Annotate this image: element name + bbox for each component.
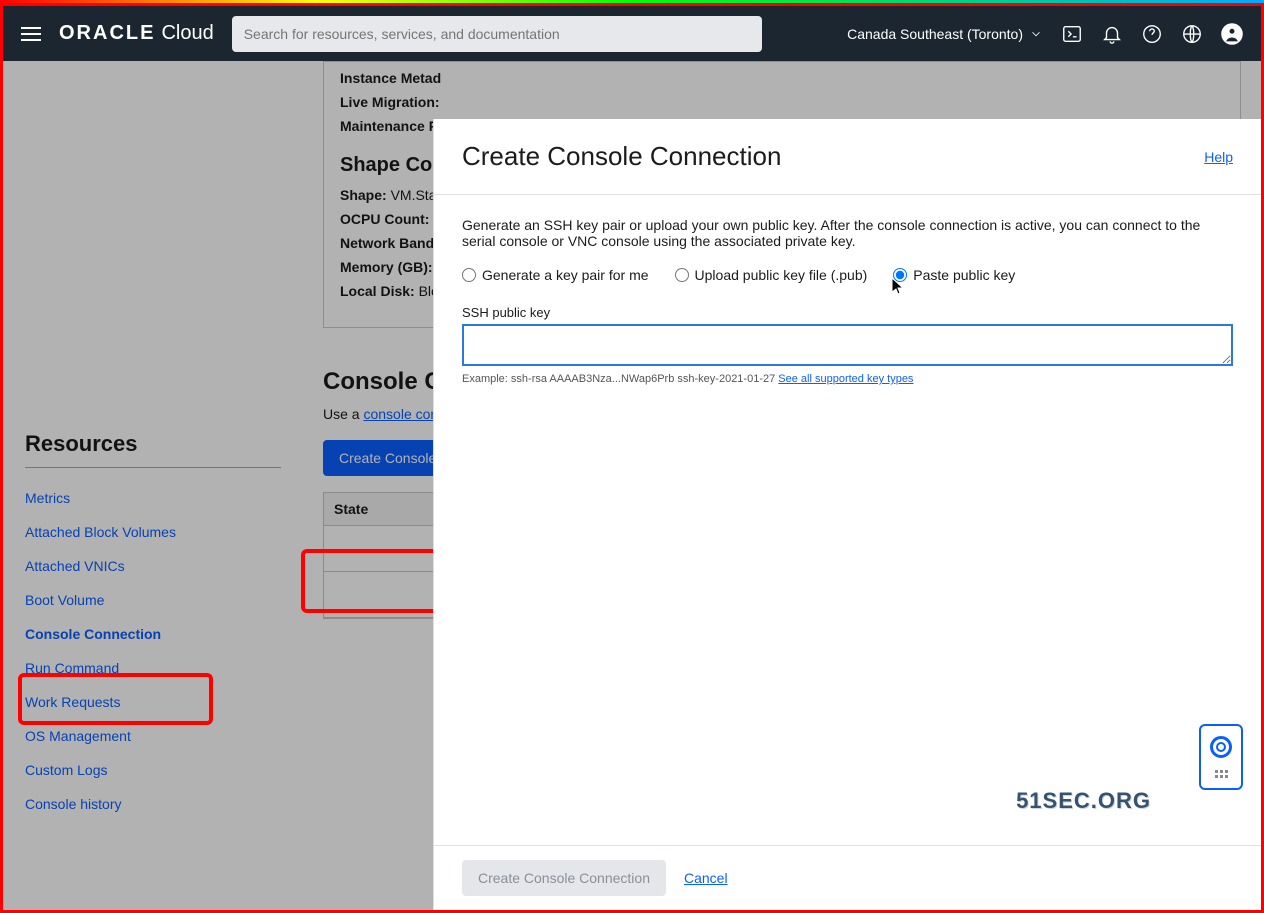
watermark: 51SEC.ORG (1016, 788, 1151, 814)
radio-paste[interactable]: Paste public key (893, 267, 1015, 283)
help-link[interactable]: Help (1204, 149, 1233, 165)
support-widget[interactable] (1199, 724, 1243, 790)
create-console-panel: Create Console Connection Help Generate … (433, 119, 1261, 910)
region-selector[interactable]: Canada Southeast (Toronto) (847, 26, 1043, 42)
panel-intro: Generate an SSH key pair or upload your … (462, 217, 1233, 249)
lifebuoy-icon (1210, 736, 1232, 758)
example-link[interactable]: See all supported key types (778, 373, 913, 385)
panel-title: Create Console Connection (462, 141, 781, 172)
search-input[interactable] (244, 26, 750, 42)
region-label: Canada Southeast (Toronto) (847, 26, 1023, 42)
ssh-label: SSH public key (462, 305, 1233, 320)
grip-icon (1215, 770, 1228, 778)
ssh-public-key-input[interactable] (462, 324, 1233, 366)
example-text: Example: ssh-rsa AAAAB3Nza...NWap6Prb ss… (462, 373, 778, 385)
logo[interactable]: ORACLE Cloud (59, 22, 214, 45)
help-icon[interactable] (1141, 23, 1163, 45)
cloudshell-icon[interactable] (1061, 23, 1083, 45)
menu-icon[interactable] (21, 27, 41, 41)
footer-create-button[interactable]: Create Console Connection (462, 860, 666, 896)
logo-bold: ORACLE (59, 22, 155, 45)
globe-icon[interactable] (1181, 23, 1203, 45)
radio-generate[interactable]: Generate a key pair for me (462, 267, 649, 283)
bell-icon[interactable] (1101, 23, 1123, 45)
chevron-down-icon (1029, 27, 1043, 41)
radio-upload[interactable]: Upload public key file (.pub) (675, 267, 868, 283)
search-box[interactable] (232, 16, 762, 52)
profile-icon[interactable] (1221, 23, 1243, 45)
highlight-box-sidebar (18, 673, 213, 725)
footer-cancel-link[interactable]: Cancel (684, 870, 728, 886)
logo-light: Cloud (161, 22, 213, 45)
topbar: ORACLE Cloud Canada Southeast (Toronto) (3, 6, 1261, 61)
